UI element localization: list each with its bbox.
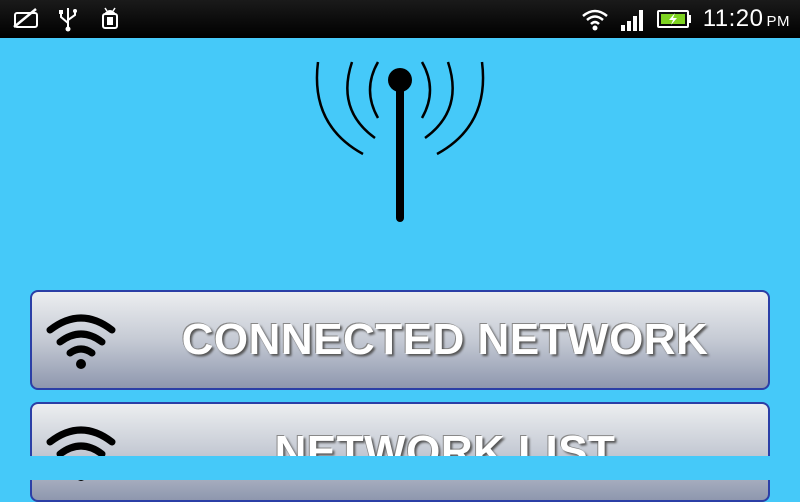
status-clock: 11:20 PM bbox=[703, 5, 790, 33]
status-bar-system: 11:20 PM bbox=[581, 4, 790, 34]
android-debug-icon bbox=[102, 7, 118, 29]
usb-icon bbox=[59, 8, 77, 32]
network-list-label: NETWORK LIST bbox=[274, 427, 616, 476]
no-sim-icon bbox=[13, 8, 38, 28]
clock-ampm: PM bbox=[766, 13, 790, 30]
bottom-edge bbox=[0, 456, 800, 480]
network-list-button[interactable]: NETWORK LIST bbox=[30, 402, 770, 502]
wifi-icon bbox=[46, 314, 116, 369]
wifi-icon bbox=[581, 9, 608, 31]
signal-icon bbox=[620, 10, 643, 31]
clock-time: 11:20 bbox=[702, 5, 764, 32]
connected-network-label: CONNECTED NETWORK bbox=[181, 315, 709, 364]
battery-charging-icon bbox=[656, 10, 691, 28]
status-bar: 11:20 PM bbox=[0, 0, 800, 38]
status-bar-notifications bbox=[12, 5, 124, 33]
connected-network-button[interactable]: CONNECTED NETWORK bbox=[30, 290, 770, 390]
antenna-tower-icon bbox=[315, 61, 485, 222]
